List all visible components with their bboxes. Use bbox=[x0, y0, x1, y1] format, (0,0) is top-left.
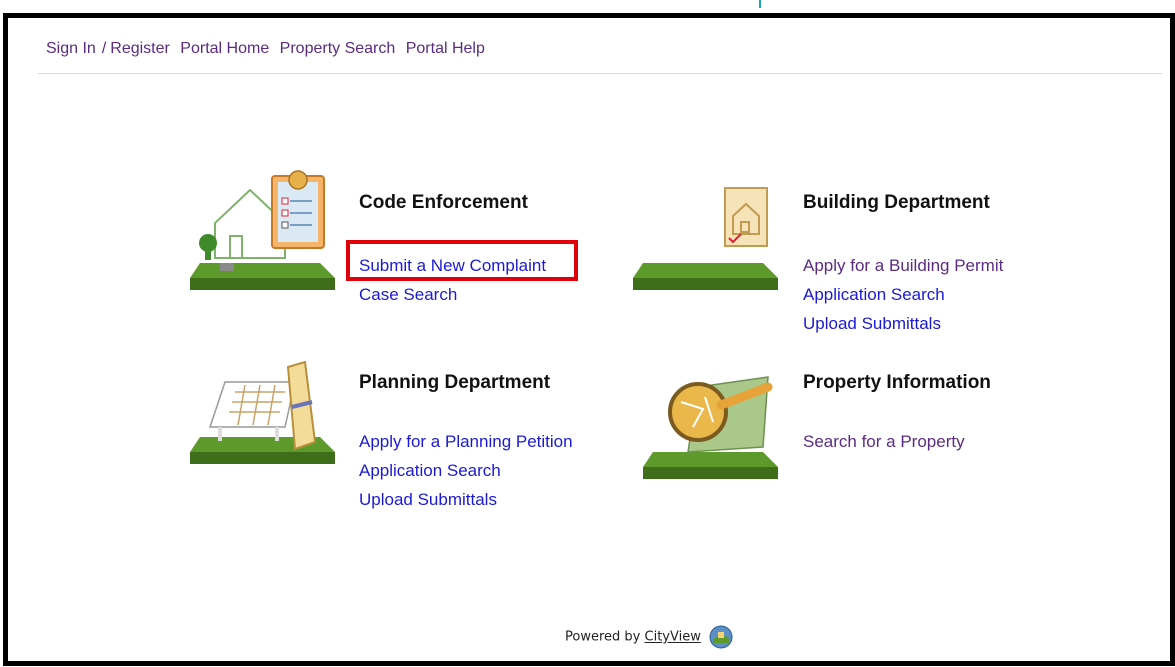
building-upload-submittals-link[interactable]: Upload Submittals bbox=[803, 309, 1003, 338]
cityview-link[interactable]: CityView bbox=[645, 630, 701, 645]
search-property-link[interactable]: Search for a Property bbox=[803, 427, 965, 456]
planning-department-icon bbox=[190, 360, 335, 464]
building-application-search-link[interactable]: Application Search bbox=[803, 280, 1003, 309]
powered-by-text: Powered by bbox=[565, 629, 641, 645]
register-link[interactable]: Register bbox=[110, 40, 170, 57]
nav-separator: / bbox=[101, 40, 107, 57]
portal-home-link[interactable]: Portal Home bbox=[180, 40, 269, 57]
code-enforcement-links: Submit a New Complaint Case Search bbox=[359, 251, 546, 309]
property-information-icon bbox=[643, 376, 778, 479]
submit-complaint-link[interactable]: Submit a New Complaint bbox=[359, 251, 546, 280]
planning-upload-submittals-link[interactable]: Upload Submittals bbox=[359, 485, 573, 514]
planning-department-links: Apply for a Planning Petition Applicatio… bbox=[359, 427, 573, 514]
apply-planning-petition-link[interactable]: Apply for a Planning Petition bbox=[359, 427, 573, 456]
property-search-link[interactable]: Property Search bbox=[280, 40, 396, 57]
portal-help-link[interactable]: Portal Help bbox=[406, 40, 485, 57]
footer: Powered by CityView bbox=[565, 625, 733, 649]
planning-application-search-link[interactable]: Application Search bbox=[359, 456, 573, 485]
top-strip bbox=[0, 0, 1175, 13]
text-cursor-mark bbox=[759, 0, 761, 8]
code-enforcement-icon bbox=[190, 170, 335, 290]
apply-building-permit-link[interactable]: Apply for a Building Permit bbox=[803, 251, 1003, 280]
sign-in-link[interactable]: Sign In bbox=[46, 40, 96, 57]
portal-frame bbox=[3, 13, 1175, 666]
property-information-title: Property Information bbox=[803, 372, 991, 393]
cityview-logo-icon bbox=[709, 625, 733, 649]
building-department-icon bbox=[633, 187, 778, 290]
code-enforcement-title: Code Enforcement bbox=[359, 192, 528, 213]
building-department-links: Apply for a Building Permit Application … bbox=[803, 251, 1003, 338]
nav-divider bbox=[38, 73, 1162, 74]
planning-department-title: Planning Department bbox=[359, 372, 551, 393]
property-information-links: Search for a Property bbox=[803, 427, 965, 456]
case-search-link[interactable]: Case Search bbox=[359, 280, 546, 309]
top-nav: Sign In / Register Portal Home Property Se… bbox=[46, 40, 491, 58]
building-department-title: Building Department bbox=[803, 192, 990, 213]
